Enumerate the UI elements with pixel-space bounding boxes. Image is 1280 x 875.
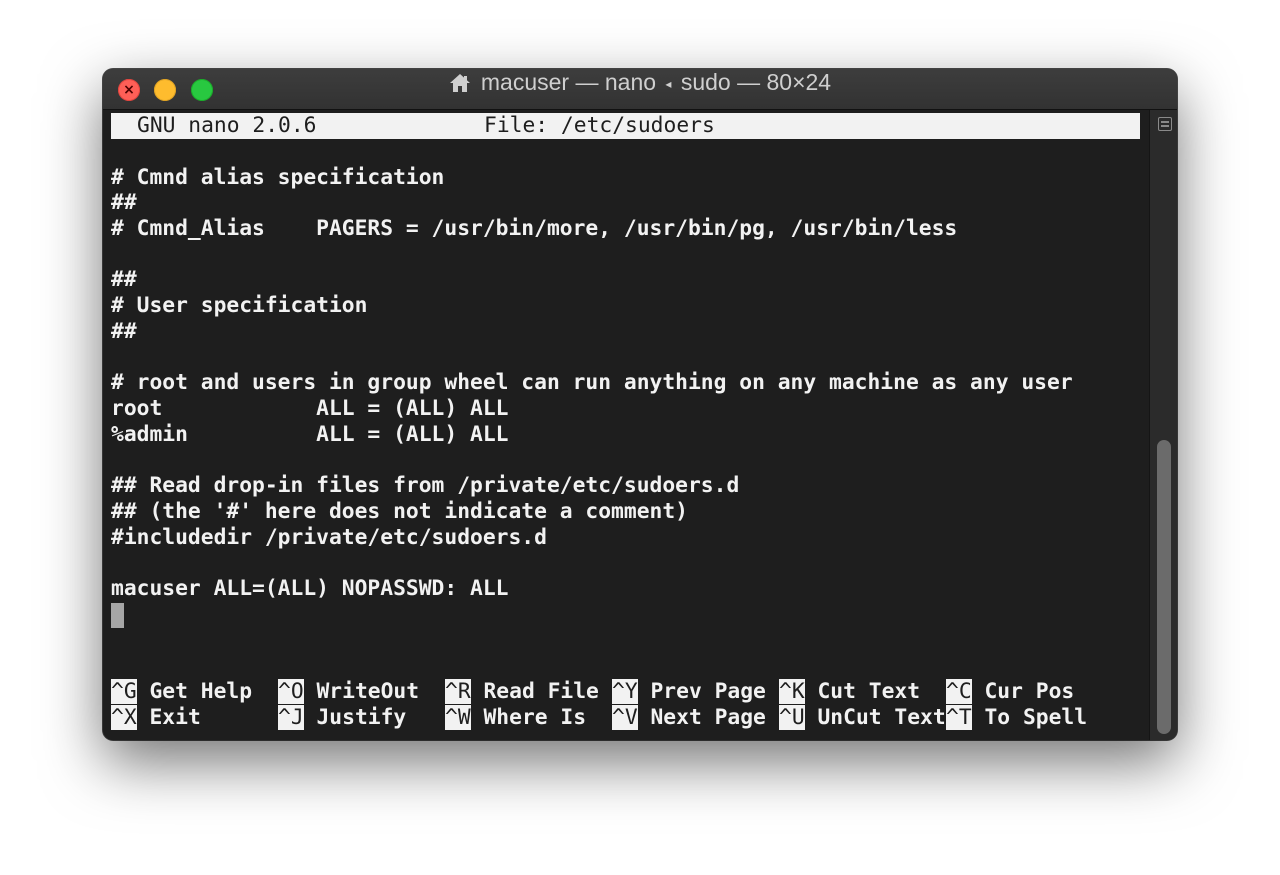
shortcut-key: ^T [946, 705, 972, 730]
shortcut-label: Justify [303, 705, 407, 730]
terminal-window: × macuser — nano ◂ sudo — 80×24 GNU nano… [103, 69, 1177, 740]
shortcut-prev-page[interactable]: ^Y Prev Page [612, 679, 766, 705]
nano-file: File: /etc/sudoers [484, 113, 715, 138]
shortcut-key: ^J [278, 705, 304, 730]
scroll-split-icon[interactable] [1158, 117, 1172, 131]
shortcut-exit[interactable]: ^X Exit [111, 705, 201, 731]
shortcut-writeout[interactable]: ^O WriteOut [278, 679, 419, 705]
home-icon [449, 74, 470, 92]
file-line: ## [111, 190, 137, 215]
shortcut-next-page[interactable]: ^V Next Page [612, 705, 766, 731]
shortcut-label: Where Is [470, 705, 587, 730]
shortcut-label: Next Page [637, 705, 766, 730]
shortcut-key: ^C [946, 679, 972, 704]
shortcut-label: WriteOut [303, 679, 420, 704]
shortcut-cut-text[interactable]: ^K Cut Text [779, 679, 920, 705]
shortcut-label: Read File [470, 679, 599, 704]
shortcut-key: ^K [779, 679, 805, 704]
shortcut-key: ^Y [612, 679, 638, 704]
file-line: ## Read drop-in files from /private/etc/… [111, 473, 740, 498]
title-text-1: — nano [569, 69, 663, 95]
shortcut-label: Cut Text [804, 679, 921, 704]
shortcut-to-spell[interactable]: ^T To Spell [946, 705, 1087, 731]
shortcut-uncut-text[interactable]: ^U UnCut Text [779, 705, 946, 731]
file-line: # Cmnd alias specification [111, 165, 445, 190]
shortcut-key: ^V [612, 705, 638, 730]
file-line: root ALL = (ALL) ALL [111, 396, 509, 421]
nano-header: GNU nano 2.0.6 File: /etc/sudoers [111, 113, 1140, 139]
shortcut-justify[interactable]: ^J Justify [278, 705, 406, 731]
shortcut-get-help[interactable]: ^G Get Help [111, 679, 252, 705]
scrollbar-thumb[interactable] [1157, 440, 1171, 734]
shortcut-label: UnCut Text [804, 705, 946, 730]
file-line: ## [111, 267, 137, 292]
shortcut-label: Cur Pos [971, 679, 1075, 704]
title-user: macuser [480, 69, 570, 95]
shortcut-key: ^G [111, 679, 137, 704]
shortcut-where-is[interactable]: ^W Where Is [445, 705, 586, 731]
file-line: macuser ALL=(ALL) NOPASSWD: ALL [111, 576, 509, 601]
file-line: # User specification [111, 293, 368, 318]
file-line: # Cmnd_Alias PAGERS = /usr/bin/more, /us… [111, 216, 958, 241]
file-line: # root and users in group wheel can run … [111, 370, 1073, 395]
title-text-2: sudo — 80×24 [674, 69, 832, 95]
shortcut-label: Exit [136, 705, 201, 730]
file-line: ## [111, 319, 137, 344]
shortcut-cur-pos[interactable]: ^C Cur Pos [946, 679, 1074, 705]
shortcut-label: Prev Page [637, 679, 766, 704]
terminal-content[interactable]: GNU nano 2.0.6 File: /etc/sudoers # Cmnd … [103, 110, 1149, 740]
file-line: ## (the '#' here does not indicate a com… [111, 499, 688, 524]
title-arrow: ◂ [665, 77, 672, 91]
file-line: %admin ALL = (ALL) ALL [111, 422, 509, 447]
shortcut-label: Get Help [136, 679, 253, 704]
shortcut-key: ^X [111, 705, 137, 730]
shortcut-key: ^W [445, 705, 471, 730]
vertical-scrollbar[interactable] [1149, 110, 1177, 740]
title-bar[interactable]: × macuser — nano ◂ sudo — 80×24 [103, 69, 1177, 110]
shortcut-read-file[interactable]: ^R Read File [445, 679, 599, 705]
nano-version: GNU nano 2.0.6 [137, 113, 317, 138]
text-cursor [111, 603, 124, 628]
file-line: #includedir /private/etc/sudoers.d [111, 525, 547, 550]
shortcut-label: To Spell [971, 705, 1088, 730]
shortcut-key: ^R [445, 679, 471, 704]
shortcut-key: ^U [779, 705, 805, 730]
shortcut-key: ^O [278, 679, 304, 704]
window-title: macuser — nano ◂ sudo — 80×24 [103, 69, 1177, 109]
